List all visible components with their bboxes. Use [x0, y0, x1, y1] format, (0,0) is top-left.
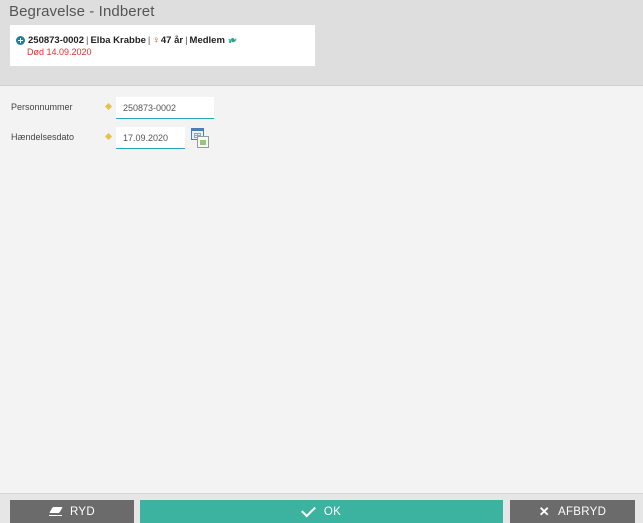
required-diamond-icon	[104, 102, 113, 111]
haendelsesdato-label: Hændelsesdato	[11, 132, 75, 142]
action-footer: RYD OK ✕ AFBRYD	[0, 493, 643, 523]
death-date: Død 14.09.2020	[27, 47, 92, 57]
person-name: Elba Krabbe	[90, 35, 146, 46]
person-membership: Medlem	[189, 35, 225, 46]
afbryd-button-label: AFBRYD	[557, 505, 607, 518]
personnummer-row: Personnummer	[0, 97, 643, 121]
page-header: Begravelse - Indberet 250873-0002 | Elba…	[0, 0, 643, 86]
person-info-line: 250873-0002 | Elba Krabbe | ♀ 47 år | Me…	[16, 33, 240, 49]
plus-circle-icon[interactable]	[16, 36, 25, 45]
haendelsesdato-row: Hændelsesdato	[0, 127, 643, 151]
afbryd-button[interactable]: ✕ AFBRYD	[510, 500, 635, 523]
ryd-button-label: RYD	[70, 505, 95, 518]
close-icon: ✕	[538, 503, 550, 519]
separator: |	[86, 35, 89, 46]
ok-button-label: OK	[323, 505, 342, 518]
person-cpr: 250873-0002	[28, 35, 84, 46]
calendar-button[interactable]	[190, 128, 212, 150]
haendelsesdato-input[interactable]	[116, 127, 185, 149]
person-summary-card: 250873-0002 | Elba Krabbe | ♀ 47 år | Me…	[10, 25, 315, 66]
page-title: Begravelse - Indberet	[9, 3, 155, 20]
person-age: 47 år	[160, 35, 184, 46]
check-icon	[300, 502, 316, 518]
female-icon: ♀	[152, 35, 160, 46]
personnummer-label: Personnummer	[11, 102, 73, 112]
broken-image-icon	[197, 136, 209, 148]
eraser-icon	[49, 507, 62, 516]
ok-button[interactable]: OK	[140, 500, 503, 523]
required-diamond-icon	[104, 132, 113, 141]
separator: |	[147, 35, 151, 46]
leaf-icon: ❧	[226, 33, 240, 49]
personnummer-input[interactable]	[116, 97, 214, 119]
separator: |	[185, 35, 188, 46]
ryd-button[interactable]: RYD	[10, 500, 134, 523]
